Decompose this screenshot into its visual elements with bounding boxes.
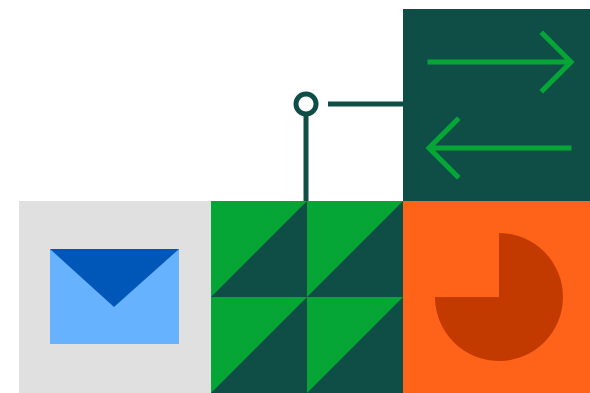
chart-tile <box>403 201 590 393</box>
triangle-bottom-left <box>211 297 307 393</box>
pie-chart-icon <box>435 233 563 361</box>
exchange-arrows-icon <box>425 30 575 180</box>
illustration-canvas <box>0 0 590 393</box>
triangles-tile <box>211 201 403 393</box>
triangle-bottom-right <box>307 297 403 393</box>
triangle-top-left <box>211 201 307 297</box>
triangle-pattern-icon <box>211 201 403 393</box>
pie-slice <box>435 233 563 361</box>
mail-tile <box>19 201 211 393</box>
triangle-top-right <box>307 201 403 297</box>
connector-node <box>293 91 319 117</box>
envelope-icon <box>50 249 179 344</box>
exchange-arrows-tile <box>403 9 590 202</box>
